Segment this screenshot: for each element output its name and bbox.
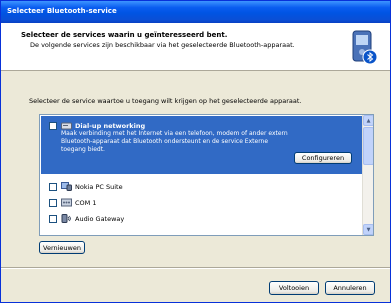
finish-button[interactable]: Voltooien: [269, 281, 319, 295]
scroll-thumb[interactable]: [363, 127, 373, 165]
service-name: Dial-up networking: [75, 122, 146, 130]
cancel-button[interactable]: Annuleren: [325, 281, 375, 295]
title-bar[interactable]: Selecteer Bluetooth-service: [1, 1, 390, 23]
list-item[interactable]: Audio Gateway: [41, 212, 361, 226]
service-list[interactable]: Dial-up networking Maak verbinding met h…: [39, 114, 374, 236]
scroll-down-icon[interactable]: ▼: [363, 224, 373, 235]
bluetooth-service-dialog: Selecteer Bluetooth-service Selecteer de…: [0, 0, 391, 303]
service-description: Maak verbinding met het Internet via een…: [61, 130, 288, 153]
configure-button[interactable]: Configureren: [294, 152, 352, 164]
window-title: Selecteer Bluetooth-service: [7, 7, 117, 15]
service-checkbox[interactable]: [49, 199, 57, 207]
audio-gateway-icon: [61, 214, 71, 223]
instruction-text: Selecteer de service waartoe u toegang w…: [29, 97, 302, 105]
header-title: Selecteer de services waarin u geïnteres…: [21, 31, 228, 39]
refresh-button[interactable]: Vernieuwen: [39, 241, 85, 254]
list-item[interactable]: Nokia PC Suite: [41, 180, 361, 194]
list-scrollbar[interactable]: ▲ ▼: [362, 115, 373, 235]
header-subtitle: De volgende services zijn beschikbaar vi…: [30, 41, 295, 49]
wizard-header: Selecteer de services waarin u geïnteres…: [1, 23, 390, 71]
list-item[interactable]: Dial-up networking Maak verbinding met h…: [41, 116, 363, 174]
scroll-up-icon[interactable]: ▲: [363, 115, 373, 126]
pc-suite-icon: [61, 182, 72, 191]
list-item[interactable]: COM 1: [41, 196, 361, 210]
service-checkbox[interactable]: [49, 183, 57, 191]
service-checkbox[interactable]: [49, 122, 57, 130]
service-name: Nokia PC Suite: [75, 183, 123, 191]
serial-port-icon: [61, 198, 72, 207]
service-checkbox[interactable]: [49, 215, 57, 223]
service-name: COM 1: [75, 199, 97, 207]
service-name: Audio Gateway: [75, 215, 125, 223]
divider: [1, 267, 390, 269]
modem-icon: [61, 122, 72, 130]
bluetooth-device-icon: [352, 30, 378, 65]
